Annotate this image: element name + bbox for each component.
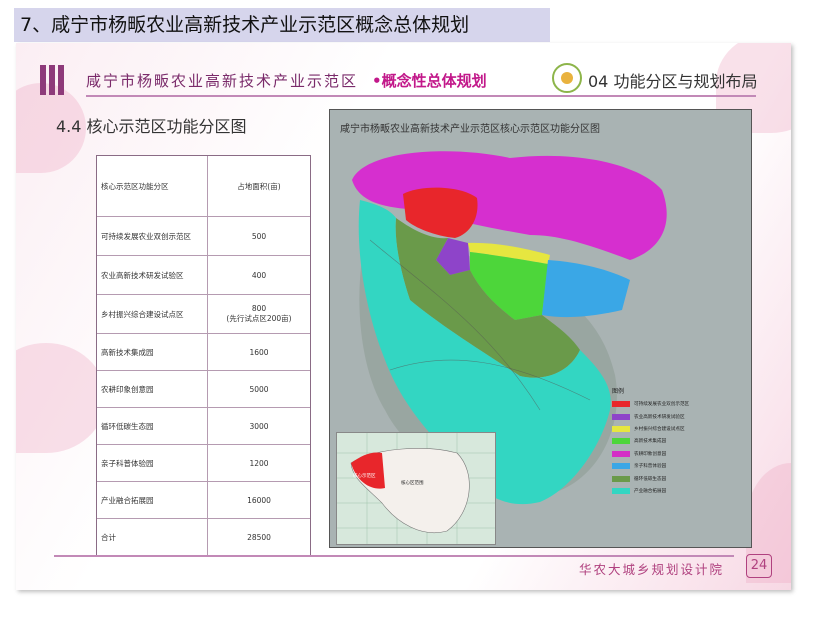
table-cell: 3000 bbox=[208, 408, 310, 444]
table-cell: 1600 bbox=[208, 334, 310, 370]
footer-divider bbox=[54, 555, 734, 557]
table-value: 16000 bbox=[247, 495, 271, 505]
legend-label: 高新技术集成园 bbox=[634, 439, 667, 445]
table-cell: 产业融合拓展园 bbox=[97, 482, 208, 518]
legend-swatch bbox=[612, 425, 630, 432]
legend-label: 乡村振兴综合建设试点区 bbox=[634, 426, 685, 432]
legend-swatch bbox=[612, 450, 630, 457]
legend-label: 产业融合拓展园 bbox=[634, 488, 667, 494]
table-row: 农业高新技术研发试验区 400 bbox=[97, 255, 310, 294]
slide: 咸宁市杨畈农业高新技术产业示范区 •概念性总体规划 04 功能分区与规划布局 4… bbox=[16, 43, 791, 590]
header-divider bbox=[86, 95, 756, 97]
table-cell: 亲子科普体验园 bbox=[97, 445, 208, 481]
legend-label: 农业高新技术研发试验区 bbox=[634, 414, 685, 420]
table-cell: 高新技术集成园 bbox=[97, 334, 208, 370]
table-cell: 农耕印象创意园 bbox=[97, 371, 208, 407]
table-header-cell: 占地面积(亩) bbox=[237, 181, 281, 191]
table-cell: 循环低碳生态园 bbox=[97, 408, 208, 444]
table-note: (先行试点区200亩) bbox=[226, 314, 292, 323]
inset-location-map: 核心示范区 核心区范围 bbox=[336, 432, 496, 545]
table-row: 可持续发展农业双创示范区 500 bbox=[97, 216, 310, 255]
table-cell: 合计 bbox=[97, 519, 208, 555]
petal-decoration bbox=[16, 343, 106, 453]
legend-item: 可持续发展农业双创示范区 bbox=[612, 398, 712, 410]
table-row: 产业融合拓展园 16000 bbox=[97, 481, 310, 518]
table-row: 亲子科普体验园 1200 bbox=[97, 444, 310, 481]
legend-item: 高新技术集成园 bbox=[612, 435, 712, 447]
table-row: 农耕印象创意园 5000 bbox=[97, 370, 310, 407]
table-row: 高新技术集成园 1600 bbox=[97, 333, 310, 370]
legend-label: 农耕印象创意园 bbox=[634, 451, 667, 457]
table-value: 5000 bbox=[249, 384, 269, 394]
table-value: 28500 bbox=[247, 532, 271, 542]
legend-item: 亲子科普体验园 bbox=[612, 460, 712, 472]
inset-svg bbox=[337, 433, 495, 544]
header-bars-icon bbox=[40, 65, 67, 99]
table-cell: 500 bbox=[208, 217, 310, 255]
table-header-cell: 核心示范区功能分区 bbox=[97, 156, 208, 216]
table-cell: 5000 bbox=[208, 371, 310, 407]
table-total-row: 合计 28500 bbox=[97, 518, 310, 555]
table-value: 800 bbox=[251, 304, 267, 313]
legend-label: 亲子科普体验园 bbox=[634, 464, 667, 470]
footer-org: 华农大城乡规划设计院 bbox=[579, 562, 725, 577]
table-cell: 400 bbox=[208, 256, 310, 294]
table-cell: 1200 bbox=[208, 445, 310, 481]
table-cell: 28500 bbox=[208, 519, 310, 555]
legend-item: 循环低碳生态园 bbox=[612, 472, 712, 484]
inset-core-area bbox=[351, 452, 385, 489]
table-value: 500 bbox=[251, 231, 267, 241]
legend-label: 可持续发展农业双创示范区 bbox=[634, 402, 690, 408]
table-cell: 可持续发展农业双创示范区 bbox=[97, 217, 208, 255]
area-table: 核心示范区功能分区 占地面积(亩) 可持续发展农业双创示范区 500 农业高新技… bbox=[96, 155, 311, 556]
legend-title: 图例 bbox=[612, 388, 625, 395]
legend-swatch bbox=[612, 463, 630, 470]
header-accent: •概念性总体规划 bbox=[372, 72, 487, 90]
table-value: 1200 bbox=[249, 458, 269, 468]
legend-swatch bbox=[612, 438, 630, 445]
table-cell: 乡村振兴综合建设试点区 bbox=[97, 295, 208, 333]
table-header-row: 核心示范区功能分区 占地面积(亩) bbox=[97, 156, 310, 216]
legend-item: 乡村振兴综合建设试点区 bbox=[612, 423, 712, 435]
legend-swatch bbox=[612, 475, 630, 482]
table-cell: 800 (先行试点区200亩) bbox=[208, 295, 310, 333]
section-title: 04 功能分区与规划布局 bbox=[588, 72, 758, 91]
map-legend: 图例 可持续发展农业双创示范区 农业高新技术研发试验区 乡村振兴综合建设试点区 高新技… bbox=[612, 386, 712, 497]
inset-label: 核心区范围 bbox=[401, 481, 424, 486]
target-emblem-icon bbox=[552, 63, 582, 93]
table-value: 400 bbox=[251, 270, 267, 280]
page-number: 24 bbox=[746, 554, 772, 578]
table-row: 乡村振兴综合建设试点区 800 (先行试点区200亩) bbox=[97, 294, 310, 333]
section-subtitle: 4.4 核心示范区功能分区图 bbox=[56, 117, 247, 136]
zone-family-science bbox=[542, 260, 630, 318]
header-project: 咸宁市杨畈农业高新技术产业示范区 bbox=[86, 72, 359, 90]
legend-label: 循环低碳生态园 bbox=[634, 476, 667, 482]
table-row: 循环低碳生态园 3000 bbox=[97, 407, 310, 444]
legend-item: 农业高新技术研发试验区 bbox=[612, 410, 712, 422]
table-cell: 16000 bbox=[208, 482, 310, 518]
legend-swatch bbox=[612, 487, 630, 494]
legend-swatch bbox=[612, 401, 630, 408]
page-title-bar: 7、咸宁市杨畈农业高新技术产业示范区概念总体规划 bbox=[14, 8, 550, 42]
zoning-map: 咸宁市杨畈农业高新技术产业示范区核心示范区功能分区图 图例 可持续发展农业双创示… bbox=[329, 109, 752, 548]
legend-swatch bbox=[612, 413, 630, 420]
legend-item: 产业融合拓展园 bbox=[612, 485, 712, 497]
table-cell: 农业高新技术研发试验区 bbox=[97, 256, 208, 294]
inset-label: 核心示范区 bbox=[353, 474, 376, 479]
legend-item: 农耕印象创意园 bbox=[612, 448, 712, 460]
table-value: 3000 bbox=[249, 421, 269, 431]
page-title: 7、咸宁市杨畈农业高新技术产业示范区概念总体规划 bbox=[20, 14, 470, 36]
table-value: 1600 bbox=[249, 347, 269, 357]
